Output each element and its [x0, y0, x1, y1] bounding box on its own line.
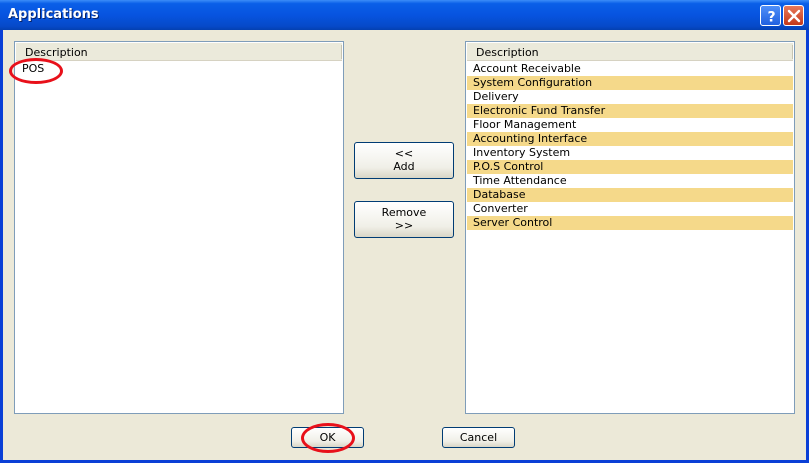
- ok-button[interactable]: OK: [291, 427, 364, 448]
- list-item[interactable]: Time Attendance: [467, 174, 793, 188]
- selected-applications-list[interactable]: Description Account Receivable System Con…: [465, 41, 795, 414]
- column-divider[interactable]: [792, 45, 793, 59]
- cancel-button[interactable]: Cancel: [442, 427, 515, 448]
- remove-button-label: Remove: [381, 206, 427, 219]
- left-description-column: Description: [25, 46, 88, 59]
- right-list-header[interactable]: Description: [467, 43, 793, 61]
- column-divider[interactable]: [341, 45, 342, 59]
- right-description-column: Description: [476, 46, 539, 59]
- available-applications-list[interactable]: Description POS: [14, 41, 344, 414]
- left-list-rows: POS: [16, 62, 342, 76]
- window-title: Applications: [8, 7, 99, 22]
- list-item[interactable]: Server Control: [467, 216, 793, 230]
- right-list-rows: Account Receivable System Configuration De…: [467, 62, 793, 230]
- add-button[interactable]: << Add: [354, 142, 454, 179]
- list-item[interactable]: P.O.S Control: [467, 160, 793, 174]
- list-item[interactable]: Inventory System: [467, 146, 793, 160]
- remove-button-arrows: >>: [394, 219, 414, 232]
- list-item[interactable]: Delivery: [467, 90, 793, 104]
- list-item[interactable]: Account Receivable: [467, 62, 793, 76]
- close-button[interactable]: [783, 5, 804, 26]
- left-list-header[interactable]: Description: [16, 43, 342, 61]
- list-item[interactable]: Floor Management: [467, 118, 793, 132]
- add-button-label: Add: [393, 160, 415, 173]
- list-item[interactable]: System Configuration: [467, 76, 793, 90]
- list-item[interactable]: Accounting Interface: [467, 132, 793, 146]
- svg-text:?: ?: [767, 10, 775, 26]
- help-icon: ?: [767, 10, 775, 26]
- list-item[interactable]: Database: [467, 188, 793, 202]
- close-icon: [787, 9, 801, 23]
- list-item[interactable]: Converter: [467, 202, 793, 216]
- list-item[interactable]: POS: [16, 62, 342, 76]
- title-bar[interactable]: Applications ?: [0, 0, 809, 30]
- list-item[interactable]: Electronic Fund Transfer: [467, 104, 793, 118]
- help-button[interactable]: ?: [760, 5, 781, 26]
- add-button-arrows: <<: [394, 147, 414, 160]
- remove-button[interactable]: Remove >>: [354, 201, 454, 238]
